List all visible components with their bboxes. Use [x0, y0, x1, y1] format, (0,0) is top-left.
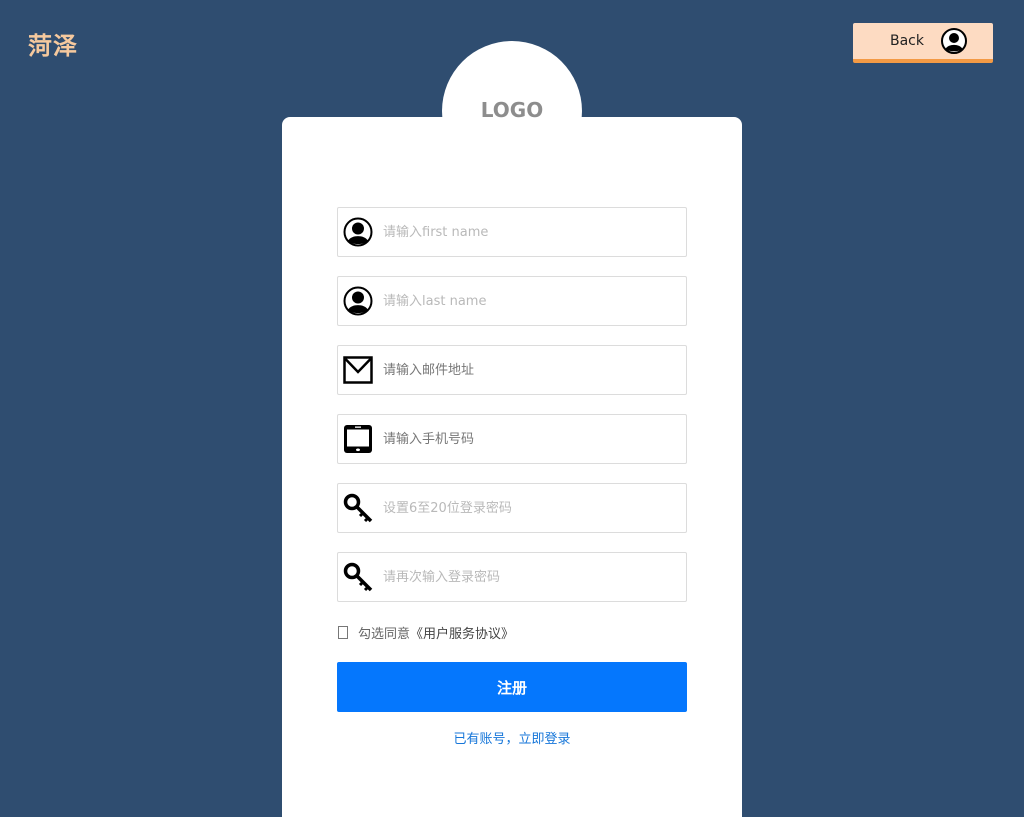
- first-name-input[interactable]: [381, 223, 675, 241]
- registration-page: 菏泽 Back LOGO 请输入first name 请输入last name …: [0, 0, 1024, 817]
- password-input[interactable]: [381, 499, 675, 517]
- user-icon: [343, 286, 373, 316]
- agreement-row: 勾选同意 《用户服务协议》: [337, 623, 514, 642]
- login-link[interactable]: 已有账号，立即登录: [337, 728, 687, 747]
- brand-logo: 菏泽: [28, 32, 78, 60]
- register-card: 勾选同意 《用户服务协议》 注册 已有账号，立即登录: [282, 117, 742, 817]
- password-field: [337, 483, 687, 533]
- back-button[interactable]: Back: [853, 23, 993, 63]
- key-icon: [343, 562, 373, 592]
- user-icon: [343, 217, 373, 247]
- tablet-icon: [343, 424, 373, 454]
- user-avatar-icon: [941, 28, 967, 54]
- logo-text: LOGO: [480, 98, 544, 122]
- agreement-text: 勾选同意: [358, 627, 411, 642]
- last-name-input[interactable]: [381, 292, 675, 310]
- back-button-label: Back: [890, 33, 924, 49]
- phone-input[interactable]: [381, 430, 675, 448]
- envelope-icon: [343, 355, 373, 385]
- email-field: [337, 345, 687, 395]
- confirm-password-field: [337, 552, 687, 602]
- phone-field: [337, 414, 687, 464]
- confirm-password-input[interactable]: [381, 568, 675, 586]
- user-agreement-link[interactable]: 《用户服务协议》: [410, 623, 514, 642]
- email-input[interactable]: [381, 361, 675, 379]
- register-button[interactable]: 注册: [337, 662, 687, 712]
- last-name-field: [337, 276, 687, 326]
- first-name-field: [337, 207, 687, 257]
- agreement-checkbox[interactable]: [338, 626, 348, 639]
- key-icon: [343, 493, 373, 523]
